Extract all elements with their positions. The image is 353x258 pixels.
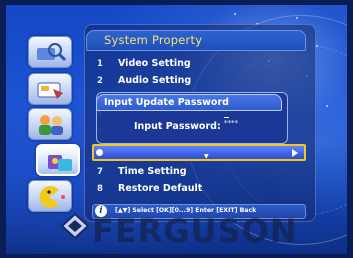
game-icon <box>48 155 72 171</box>
text-cursor <box>224 117 229 118</box>
menu-item-label: Audio Setting <box>118 75 192 86</box>
menu-item-number: 2 <box>97 76 103 86</box>
menu-item-selected[interactable]: ▼ <box>92 144 306 161</box>
menu-item-restore-default[interactable]: 8 Restore Default <box>92 181 306 198</box>
sidebar-tile-users[interactable] <box>28 108 72 140</box>
menu-item-label: Video Setting <box>118 58 191 69</box>
sidebar-tile-system-property[interactable] <box>36 144 80 176</box>
sidebar-tile-installation[interactable] <box>28 36 72 68</box>
menu-item-audio-setting[interactable]: 2 Audio Setting <box>92 73 306 90</box>
brand-logo-mark-icon <box>60 212 90 240</box>
menu-item-video-setting[interactable]: 1 Video Setting <box>92 56 306 73</box>
sidebar-tile-games[interactable] <box>28 180 72 212</box>
card-key-icon <box>37 82 63 99</box>
selection-bullet-icon <box>96 149 103 156</box>
satellite-search-icon <box>37 43 67 62</box>
sidebar-tile-conditional-access[interactable] <box>28 73 72 105</box>
pacman-icon <box>39 186 65 208</box>
menu-item-label: Restore Default <box>118 183 203 194</box>
menu-title: System Property <box>104 33 203 47</box>
brand-logo: FERGUSON <box>92 212 298 250</box>
password-label: Input Password: <box>134 121 221 132</box>
chevron-right-icon <box>292 149 298 157</box>
password-input[interactable]: **** <box>224 119 238 127</box>
password-dialog-title: Input Update Password <box>104 97 229 108</box>
menu-item-number: 7 <box>97 167 103 177</box>
menu-item-label: Time Setting <box>118 166 187 177</box>
menu-item-number: 1 <box>97 59 103 69</box>
menu-item-number: 8 <box>97 184 103 194</box>
users-icon <box>39 115 63 135</box>
chevron-down-icon: ▼ <box>204 153 209 160</box>
menu-item-time-setting[interactable]: 7 Time Setting <box>92 164 306 181</box>
